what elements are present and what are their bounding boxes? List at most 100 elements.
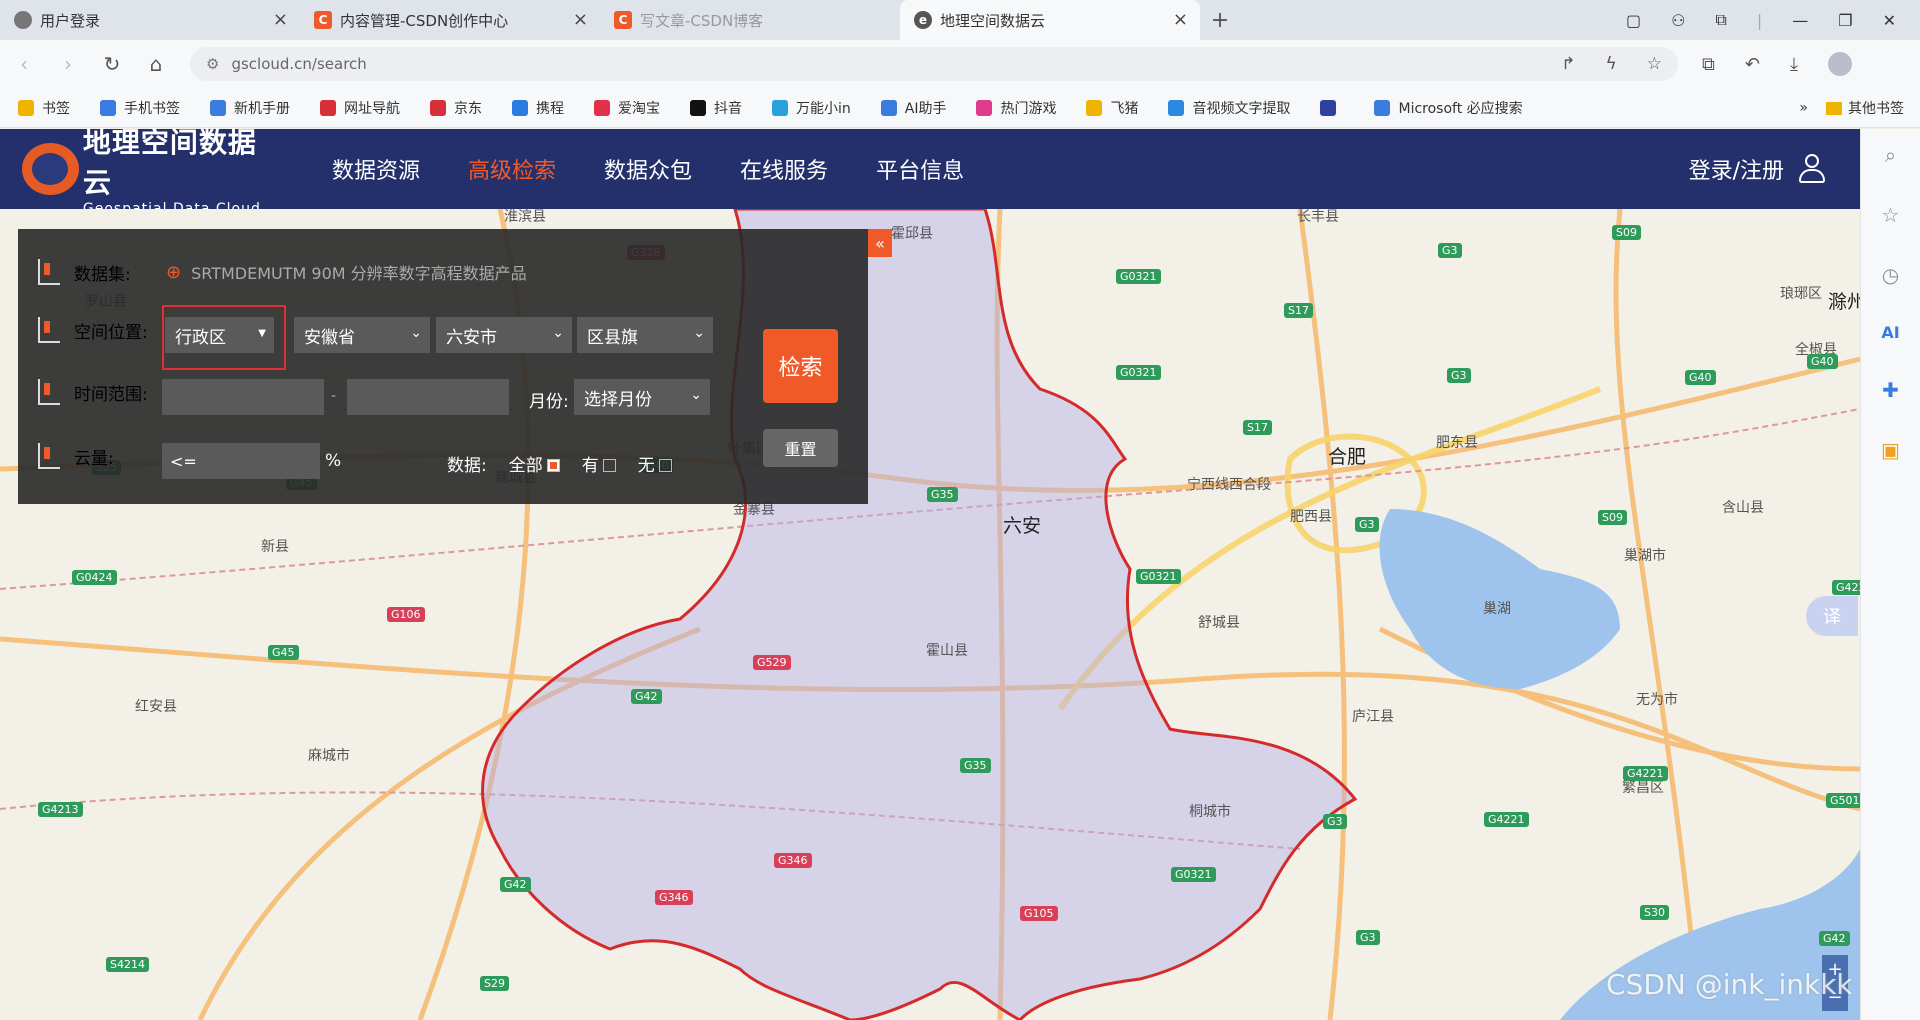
collections-icon[interactable]: ⚇	[1671, 11, 1685, 30]
road-shield-label: G3	[1438, 243, 1462, 258]
bookmark-favicon-icon	[880, 99, 897, 116]
extensions-icon[interactable]: ⧉	[1715, 10, 1726, 30]
new-tab-icon[interactable]: +	[1200, 0, 1240, 40]
bookmark-item[interactable]: 新机手册	[210, 98, 290, 118]
favorites-star-icon[interactable]: ☆	[1882, 203, 1900, 227]
road-shield-label: G4221	[1623, 766, 1668, 781]
login-link[interactable]: 登录/注册	[1689, 153, 1784, 185]
browser-tab[interactable]: 用户登录 ×	[0, 0, 300, 40]
restore-icon[interactable]: ❐	[1838, 11, 1852, 30]
browser-tab[interactable]: C 内容管理-CSDN创作中心 ×	[300, 0, 600, 40]
bookmark-item[interactable]: AI助手	[880, 98, 946, 118]
time-row: 时间范围:	[38, 379, 148, 405]
bookmark-item[interactable]: 抖音	[690, 98, 742, 118]
location-pin-icon	[38, 317, 60, 343]
option-all-label: 全部	[508, 456, 543, 476]
browser-tab[interactable]: C 写文章-CSDN博客	[600, 0, 900, 40]
search-button[interactable]: 检索	[763, 329, 838, 403]
road-shield-label: G40	[1807, 354, 1838, 369]
tab-count-icon[interactable]: ▢	[1626, 11, 1641, 30]
option-has[interactable]: 有	[582, 451, 616, 476]
city-select[interactable]: 六安市 ⌄	[436, 317, 572, 353]
option-none-checkbox[interactable]	[658, 459, 672, 472]
nav-online-services[interactable]: 在线服务	[740, 153, 828, 185]
bookmark-label: 网址导航	[344, 100, 400, 117]
other-bookmarks-folder[interactable]: 其他书签	[1826, 98, 1904, 118]
cloud-operator: <=	[170, 451, 197, 471]
map-place-label: 琅琊区	[1780, 286, 1822, 302]
bookmark-favicon-icon	[1086, 99, 1103, 116]
game-controller-icon[interactable]: ✚	[1882, 378, 1899, 402]
road-shield-label: S17	[1284, 303, 1313, 318]
download-icon[interactable]: ⤓	[1790, 54, 1798, 75]
road-shield-label: G4221	[1832, 580, 1860, 595]
option-all[interactable]: 全部	[509, 451, 560, 476]
user-icon[interactable]	[1798, 154, 1826, 184]
county-value: 区县旗	[587, 327, 638, 348]
url-actions: ↱ ϟ ☆	[1561, 54, 1662, 74]
bookmark-item[interactable]	[1320, 99, 1344, 116]
site-logo[interactable]: 地理空间数据云 Geospatial Data Cloud	[22, 121, 282, 217]
extensions-puzzle-icon[interactable]: ⧉	[1702, 54, 1715, 75]
login-area[interactable]: 登录/注册	[1689, 153, 1826, 185]
map-place-label: 巢湖市	[1624, 548, 1666, 564]
share-icon[interactable]: ↱	[1561, 54, 1575, 74]
lightning-icon[interactable]: ϟ	[1606, 54, 1617, 74]
bookmark-item[interactable]: 网址导航	[320, 98, 400, 118]
url-input[interactable]: ⚙ gscloud.cn/search ↱ ϟ ☆	[190, 47, 1678, 81]
browser-sidebar: ⌕ ☆ ◷ AI ✚ ▣	[1860, 129, 1920, 1020]
back-icon[interactable]: ‹	[4, 44, 44, 84]
bookmark-item[interactable]: 热门游戏	[976, 98, 1056, 118]
bookmark-item[interactable]: Microsoft 必应搜索	[1374, 98, 1523, 118]
browser-tab-active[interactable]: e 地理空间数据云 ×	[900, 0, 1200, 40]
nav-crowdsourcing[interactable]: 数据众包	[604, 153, 692, 185]
collapse-panel-icon[interactable]: «	[868, 229, 892, 257]
translate-button[interactable]: 译	[1806, 596, 1858, 636]
bookmark-item[interactable]: 飞猪	[1086, 98, 1138, 118]
dataset-target-icon[interactable]: ⊕	[166, 262, 181, 283]
close-window-icon[interactable]: ✕	[1883, 11, 1896, 30]
nav-advanced-search[interactable]: 高级检索	[468, 153, 556, 185]
undo-icon[interactable]: ↶	[1745, 54, 1760, 75]
site-info-icon[interactable]: ⚙	[206, 55, 219, 73]
profile-avatar[interactable]	[1827, 52, 1852, 76]
option-all-checkbox[interactable]	[546, 459, 560, 472]
start-date-input[interactable]	[162, 379, 324, 415]
bookmark-item[interactable]: 爱淘宝	[594, 98, 660, 118]
map-place-label: 麻城市	[308, 748, 350, 764]
bookmark-favicon-icon	[1320, 99, 1337, 116]
county-select[interactable]: 区县旗 ⌄	[577, 317, 713, 353]
star-icon[interactable]: ☆	[1647, 54, 1662, 74]
history-clock-icon[interactable]: ◷	[1882, 263, 1899, 287]
bookmark-item[interactable]: 万能小in	[772, 98, 851, 118]
bookmark-item[interactable]: 携程	[512, 98, 564, 118]
reload-icon[interactable]: ↻	[92, 44, 132, 84]
toolbox-icon[interactable]: ▣	[1881, 438, 1900, 462]
reset-button[interactable]: 重置	[763, 429, 838, 467]
tab-close-icon[interactable]: ×	[1173, 9, 1188, 30]
cloud-input[interactable]: <=	[162, 443, 320, 479]
tab-close-icon[interactable]: ×	[273, 9, 288, 30]
bookmarks-more-icon[interactable]: »	[1799, 100, 1808, 116]
minimize-icon[interactable]: —	[1792, 11, 1808, 30]
bookmark-item[interactable]: 书签	[18, 98, 70, 118]
bookmark-item[interactable]: 音视频文字提取	[1168, 98, 1290, 118]
end-date-input[interactable]	[347, 379, 509, 415]
tab-close-icon[interactable]: ×	[573, 9, 588, 30]
month-select[interactable]: 选择月份 ⌄	[574, 379, 710, 415]
dataset-value[interactable]: SRTMDEMUTM 90M 分辨率数字高程数据产品	[191, 260, 527, 284]
home-icon[interactable]: ⌂	[136, 44, 176, 84]
bookmark-item[interactable]: 手机书签	[100, 98, 180, 118]
search-icon[interactable]: ⌕	[1885, 143, 1896, 167]
option-has-checkbox[interactable]	[602, 459, 616, 472]
road-shield-label: G105	[1020, 906, 1058, 921]
bookmark-item[interactable]: 京东	[430, 98, 482, 118]
forward-icon[interactable]: ›	[48, 44, 88, 84]
map-place-label: 舒城县	[1198, 615, 1240, 631]
ai-assistant-icon[interactable]: AI	[1881, 323, 1899, 342]
map-place-label: 庐江县	[1352, 709, 1394, 725]
nav-platform-info[interactable]: 平台信息	[876, 153, 964, 185]
option-none[interactable]: 无	[638, 451, 672, 476]
nav-data-resources[interactable]: 数据资源	[332, 153, 420, 185]
province-select[interactable]: 安徽省 ⌄	[294, 317, 430, 353]
